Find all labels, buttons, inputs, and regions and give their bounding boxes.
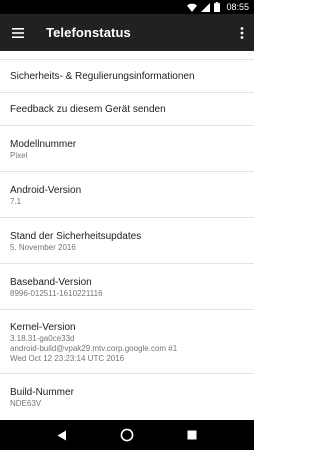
signal-icon: [201, 2, 211, 12]
list-item-kernel-version[interactable]: Kernel-Version 3.18.31-ga0ce33d android-…: [0, 310, 254, 374]
list-item-top-divider: [0, 51, 254, 60]
status-time: 08:55: [226, 2, 249, 12]
list-item-value: Pixel: [10, 151, 28, 160]
list-item-baseband-version[interactable]: Baseband-Version 8996-012511-1610221116: [0, 264, 254, 310]
list-item-title: Baseband-Version: [10, 277, 92, 288]
more-vert-icon[interactable]: [230, 14, 254, 51]
list-item-value: 8996-012511-1610221116: [10, 289, 103, 298]
list-item-title: Sicherheits- & Regulierungsinformationen: [10, 71, 195, 82]
list-item-title: Feedback zu diesem Gerät senden: [10, 104, 166, 115]
home-icon[interactable]: [112, 420, 142, 450]
list-item-model-number[interactable]: Modellnummer Pixel: [0, 126, 254, 172]
list-item-title: Kernel-Version: [10, 322, 76, 333]
list-item-value: 7.1: [10, 197, 22, 206]
settings-list[interactable]: Sicherheits- & Regulierungsinformationen…: [0, 51, 254, 420]
list-item-android-version[interactable]: Android-Version 7.1: [0, 172, 254, 218]
wifi-icon: [187, 3, 198, 12]
list-item-security-patch[interactable]: Stand der Sicherheitsupdates 5. November…: [0, 218, 254, 264]
list-item-safety-regulatory[interactable]: Sicherheits- & Regulierungsinformationen: [0, 60, 254, 93]
status-bar: 08:55: [0, 0, 254, 14]
list-item-value-line: Wed Oct 12 23:23:14 UTC 2016: [10, 354, 125, 363]
list-item-build-number[interactable]: Build-Nummer NDE63V: [0, 374, 254, 420]
list-item-send-feedback[interactable]: Feedback zu diesem Gerät senden: [0, 93, 254, 126]
list-item-title: Android-Version: [10, 185, 82, 196]
battery-icon: [214, 2, 221, 12]
page-title: Telefonstatus: [46, 25, 131, 40]
list-item-title: Stand der Sicherheitsupdates: [10, 231, 142, 242]
navigation-bar: [0, 420, 254, 450]
list-item-title: Build-Nummer: [10, 387, 74, 398]
list-item-value-line: android-build@vpak29.mtv.corp.google.com…: [10, 344, 178, 353]
hamburger-menu-icon[interactable]: [2, 14, 34, 51]
recents-icon[interactable]: [177, 420, 207, 450]
back-icon[interactable]: [47, 420, 77, 450]
list-item-value: 5. November 2016: [10, 243, 76, 252]
list-item-value: NDE63V: [10, 399, 42, 408]
list-item-value-line: 3.18.31-ga0ce33d: [10, 334, 75, 343]
app-bar: Telefonstatus: [0, 14, 254, 51]
list-item-title: Modellnummer: [10, 139, 77, 150]
